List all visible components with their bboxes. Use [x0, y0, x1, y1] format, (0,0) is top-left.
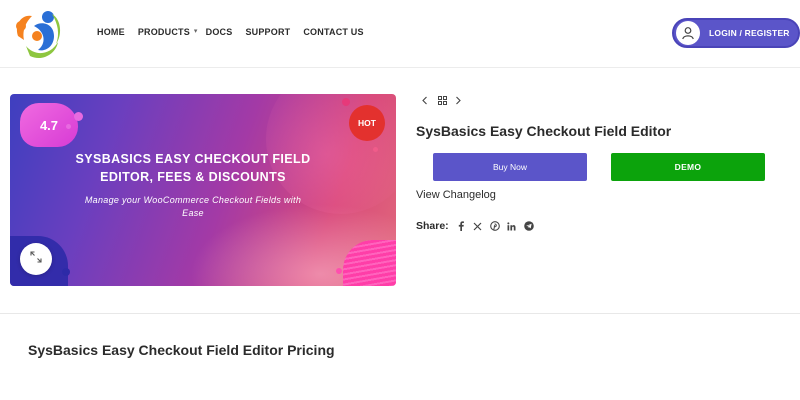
- share-bar: Share:: [416, 220, 541, 232]
- login-register-button[interactable]: LOGIN / REGISTER: [672, 18, 800, 48]
- buy-now-button[interactable]: Buy Now: [433, 153, 587, 181]
- user-icon: [676, 21, 700, 45]
- decorative-dot: [66, 124, 71, 129]
- hot-badge: HOT: [349, 105, 385, 141]
- nav-home[interactable]: HOME: [97, 27, 125, 37]
- rating-value: 4.7: [39, 117, 59, 133]
- decorative-dot: [336, 268, 342, 274]
- decorative-dot: [373, 147, 378, 152]
- nav-support-label: SUPPORT: [245, 27, 291, 37]
- next-product-icon[interactable]: [453, 95, 463, 105]
- nav-products[interactable]: PRODUCTS ▾: [138, 27, 198, 37]
- nav-docs-label: DOCS: [205, 27, 233, 37]
- facebook-icon[interactable]: [456, 221, 466, 231]
- nav-support[interactable]: SUPPORT: [245, 27, 290, 37]
- x-icon[interactable]: [473, 221, 483, 231]
- nav-home-label: HOME: [97, 27, 125, 37]
- main-nav: HOME PRODUCTS ▾ DOCS SUPPORT CONTACT US: [97, 27, 364, 37]
- expand-icon: [30, 250, 42, 268]
- nav-docs[interactable]: DOCS: [206, 27, 233, 37]
- share-label: Share:: [416, 220, 449, 232]
- site-header: HOME PRODUCTS ▾ DOCS SUPPORT CONTACT US L…: [0, 0, 800, 68]
- banner-subtitle: Manage your WooCommerce Checkout Fields …: [84, 195, 302, 218]
- nav-contact-us-label: CONTACT US: [303, 27, 364, 37]
- decorative-dot: [342, 98, 350, 106]
- chevron-down-icon: ▾: [193, 28, 198, 35]
- section-divider: [0, 313, 800, 314]
- pinterest-icon[interactable]: [489, 221, 500, 231]
- login-register-label: LOGIN / REGISTER: [709, 28, 790, 38]
- nav-products-label: PRODUCTS: [137, 27, 190, 37]
- zoom-image-button[interactable]: [20, 243, 52, 275]
- product-title: SysBasics Easy Checkout Field Editor: [416, 123, 672, 139]
- product-navigation: [419, 95, 463, 105]
- previous-product-icon[interactable]: [419, 95, 429, 105]
- grid-icon[interactable]: [435, 95, 449, 105]
- hot-badge-label: HOT: [358, 118, 376, 128]
- banner-title: SYSBASICS EASY CHECKOUT FIELD EDITOR, FE…: [75, 152, 311, 184]
- nav-contact-us[interactable]: CONTACT US: [303, 27, 363, 37]
- linkedin-icon[interactable]: [507, 221, 517, 231]
- decorative-dot: [74, 112, 83, 121]
- site-logo[interactable]: [12, 6, 62, 60]
- telegram-icon[interactable]: [523, 221, 534, 231]
- pricing-section-title: SysBasics Easy Checkout Field Editor Pri…: [28, 342, 335, 358]
- demo-button[interactable]: DEMO: [611, 153, 765, 181]
- view-changelog-link[interactable]: View Changelog: [416, 189, 496, 201]
